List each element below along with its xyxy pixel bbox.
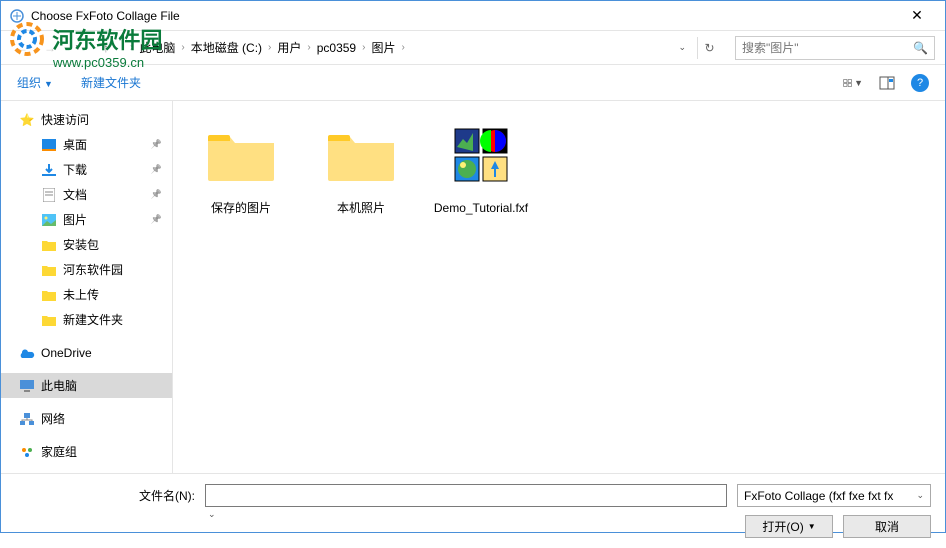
nav-bar: ← → ▾ ↑ › 此电脑 › 本地磁盘 (C:) › 用户 › pc0359 … bbox=[1, 31, 945, 65]
file-list[interactable]: 保存的图片 本机照片 Demo_Tutorial.fxf bbox=[173, 101, 945, 473]
chevron-right-icon: › bbox=[266, 42, 273, 53]
sidebar-pictures[interactable]: 图片 bbox=[1, 207, 172, 232]
chevron-right-icon: › bbox=[360, 42, 367, 53]
sidebar-network[interactable]: 网络 bbox=[1, 406, 172, 431]
open-button[interactable]: 打开(O)▼ bbox=[745, 515, 833, 538]
chevron-right-icon: › bbox=[128, 42, 135, 53]
sidebar-quick-access[interactable]: ⭐快速访问 bbox=[1, 107, 172, 132]
pictures-icon bbox=[41, 212, 57, 228]
homegroup-icon bbox=[19, 444, 35, 460]
documents-icon bbox=[41, 187, 57, 203]
onedrive-icon bbox=[19, 345, 35, 361]
pc-icon bbox=[19, 378, 35, 394]
sidebar-item-pkg[interactable]: 安装包 bbox=[1, 232, 172, 257]
file-label: 本机照片 bbox=[313, 201, 409, 217]
folder-icon bbox=[41, 237, 57, 253]
sidebar-downloads[interactable]: 下载 bbox=[1, 157, 172, 182]
toolbar: 组织▼ 新建文件夹 ▼ ? bbox=[1, 65, 945, 101]
sidebar-documents[interactable]: 文档 bbox=[1, 182, 172, 207]
sidebar-item-newfolder[interactable]: 新建文件夹 bbox=[1, 307, 172, 332]
file-item[interactable]: Demo_Tutorial.fxf bbox=[433, 115, 529, 217]
footer: 文件名(N): ⌄ FxFoto Collage (fxf fxe fxt fx… bbox=[1, 473, 945, 548]
forward-button[interactable]: → bbox=[39, 37, 61, 59]
filename-dropdown-icon[interactable]: ⌄ bbox=[208, 509, 216, 519]
back-button[interactable]: ← bbox=[11, 37, 33, 59]
sidebar-item-hedong[interactable]: 河东软件园 bbox=[1, 257, 172, 282]
filename-input-wrapper[interactable]: ⌄ bbox=[205, 484, 727, 507]
sidebar-onedrive[interactable]: OneDrive bbox=[1, 340, 172, 365]
search-input[interactable] bbox=[742, 41, 913, 55]
help-button[interactable]: ? bbox=[911, 74, 929, 92]
search-box[interactable]: 🔍 bbox=[735, 36, 935, 60]
new-folder-button[interactable]: 新建文件夹 bbox=[81, 74, 141, 91]
chevron-right-icon: › bbox=[399, 42, 406, 53]
folder-item[interactable]: 保存的图片 bbox=[193, 115, 289, 217]
search-icon[interactable]: 🔍 bbox=[913, 41, 928, 55]
view-icons-button[interactable]: ▼ bbox=[843, 73, 863, 93]
download-icon bbox=[41, 162, 57, 178]
sidebar: ⭐快速访问 桌面 下载 文档 图片 安装包 河东软件园 未上传 新建文件夹 On… bbox=[1, 101, 173, 473]
file-label: Demo_Tutorial.fxf bbox=[433, 201, 529, 217]
window-title: Choose FxFoto Collage File bbox=[31, 9, 897, 23]
folder-icon bbox=[41, 262, 57, 278]
close-button[interactable]: ✕ bbox=[897, 7, 937, 24]
filename-input[interactable] bbox=[210, 485, 722, 506]
crumb-disk[interactable]: 本地磁盘 (C:) bbox=[187, 37, 266, 58]
folder-item[interactable]: 本机照片 bbox=[313, 115, 409, 217]
titlebar: Choose FxFoto Collage File ✕ bbox=[1, 1, 945, 31]
organize-menu[interactable]: 组织▼ bbox=[17, 74, 53, 91]
filetype-select[interactable]: FxFoto Collage (fxf fxe fxt fx⌄ bbox=[737, 484, 931, 507]
network-icon bbox=[19, 411, 35, 427]
chevron-right-icon: › bbox=[305, 42, 312, 53]
chevron-right-icon: › bbox=[179, 42, 186, 53]
sidebar-this-pc[interactable]: 此电脑 bbox=[1, 373, 172, 398]
breadcrumb[interactable]: › 此电脑 › 本地磁盘 (C:) › 用户 › pc0359 › 图片 › ⌄ bbox=[123, 36, 691, 60]
filename-label: 文件名(N): bbox=[15, 487, 195, 504]
desktop-icon bbox=[41, 137, 57, 153]
star-icon: ⭐ bbox=[19, 112, 35, 128]
preview-pane-button[interactable] bbox=[877, 73, 897, 93]
folder-icon bbox=[41, 312, 57, 328]
recent-dropdown[interactable]: ▾ bbox=[67, 37, 89, 59]
sidebar-homegroup[interactable]: 家庭组 bbox=[1, 439, 172, 464]
app-icon bbox=[9, 8, 25, 24]
refresh-button[interactable]: ↻ bbox=[697, 37, 721, 59]
breadcrumb-dropdown-icon[interactable]: ⌄ bbox=[678, 42, 686, 53]
cancel-button[interactable]: 取消 bbox=[843, 515, 931, 538]
crumb-thispc[interactable]: 此电脑 bbox=[135, 37, 179, 58]
crumb-pictures[interactable]: 图片 bbox=[367, 37, 399, 58]
crumb-users[interactable]: 用户 bbox=[273, 37, 305, 58]
file-label: 保存的图片 bbox=[193, 201, 289, 217]
up-button[interactable]: ↑ bbox=[95, 37, 117, 59]
sidebar-desktop[interactable]: 桌面 bbox=[1, 132, 172, 157]
crumb-user[interactable]: pc0359 bbox=[313, 39, 360, 57]
folder-icon bbox=[41, 287, 57, 303]
sidebar-item-unupload[interactable]: 未上传 bbox=[1, 282, 172, 307]
